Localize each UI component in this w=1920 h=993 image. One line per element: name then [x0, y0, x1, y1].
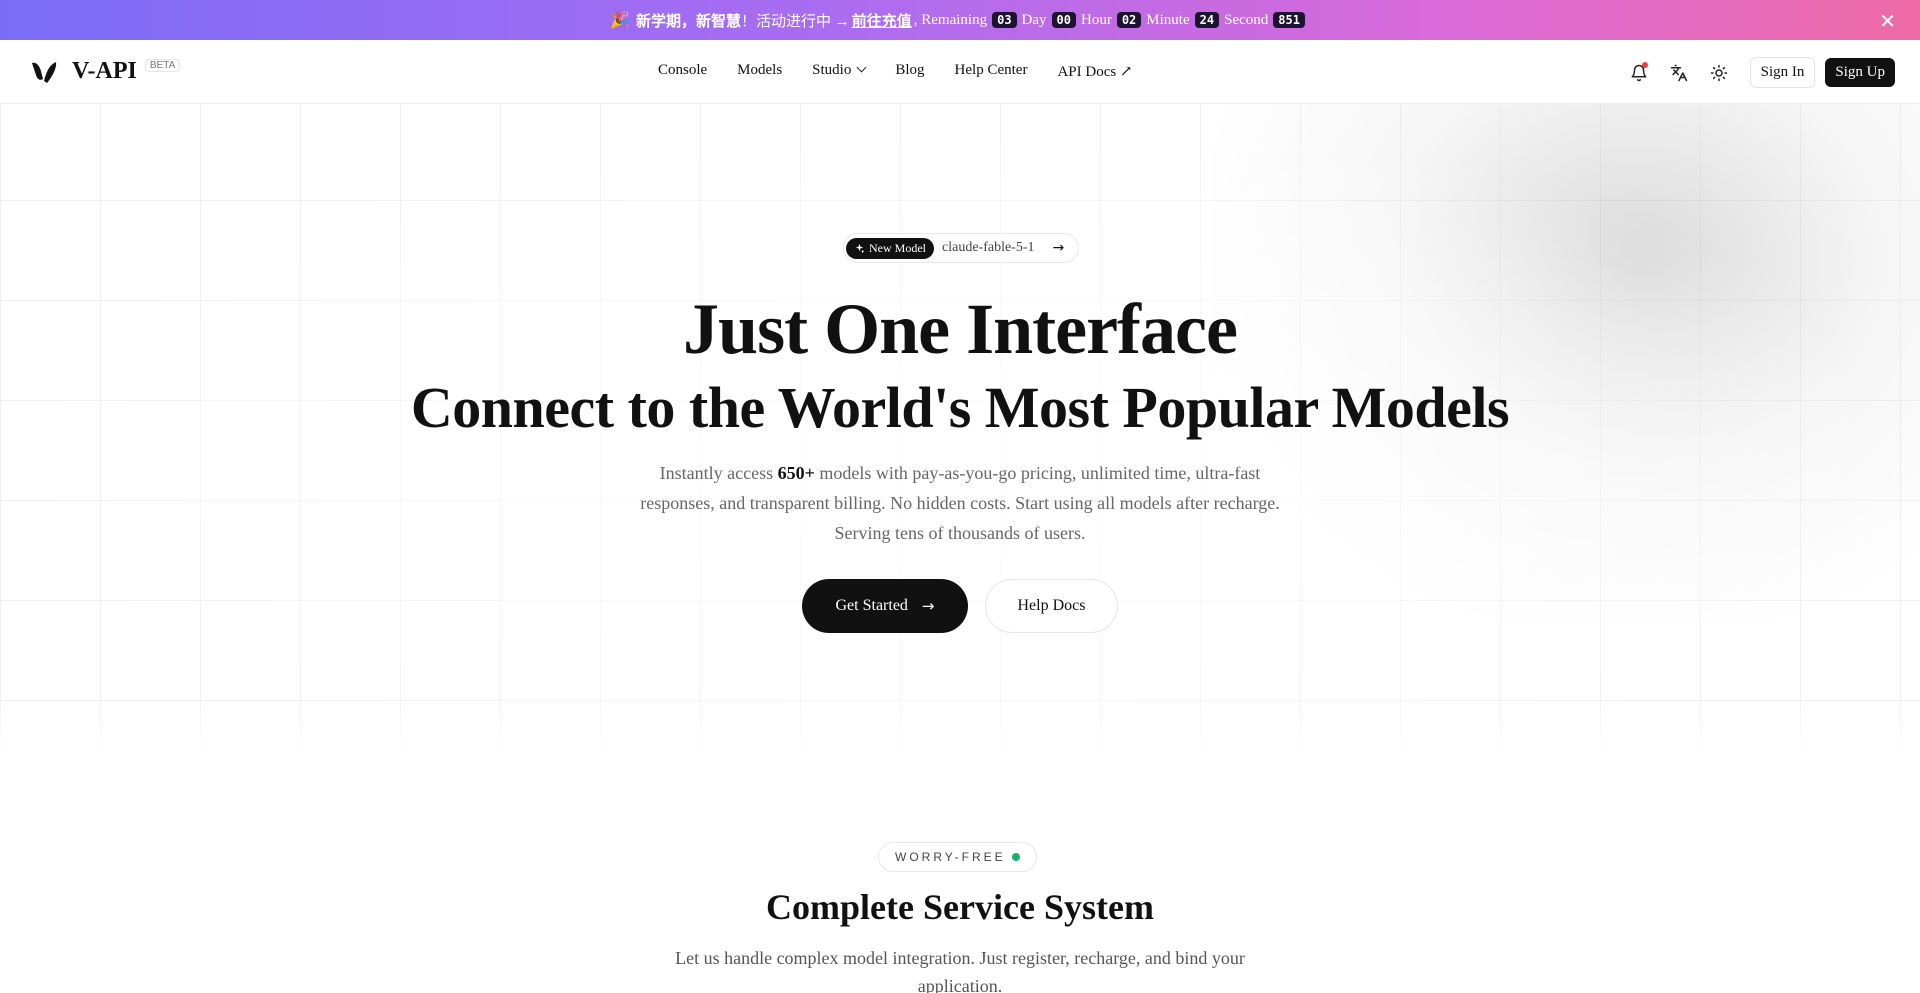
new-model-name: claude-fable-5-1	[942, 240, 1035, 255]
brand-name: V-API	[72, 58, 137, 84]
hour-label: Hour	[1081, 11, 1112, 28]
second-label: Second	[1224, 11, 1269, 28]
notifications-button[interactable]	[1624, 58, 1654, 88]
countdown-seconds: 24	[1194, 12, 1220, 28]
beta-badge: BETA	[144, 59, 181, 72]
nav-api-docs[interactable]: API Docs ↗	[1057, 62, 1132, 81]
sign-in-button[interactable]: Sign In	[1749, 57, 1816, 88]
arrow-right-icon: →	[921, 597, 935, 615]
remaining-label: , Remaining	[913, 11, 988, 28]
promo-title: 新学期，新智慧	[635, 13, 741, 30]
get-started-button[interactable]: Get Started →	[802, 579, 968, 633]
nav-blog[interactable]: Blog	[895, 62, 924, 81]
get-started-label: Get Started	[835, 597, 908, 614]
desc-pre: Instantly access	[659, 463, 778, 483]
worry-free-badge: WORRY-FREE	[878, 842, 1037, 872]
top-nav: V-API BETA Console Models Studio Blog He…	[0, 40, 1920, 104]
countdown-ms: 851	[1273, 12, 1305, 28]
status-dot	[1011, 853, 1020, 861]
main-menu: Console Models Studio Blog Help Center A…	[658, 62, 1163, 81]
help-docs-button[interactable]: Help Docs	[985, 579, 1118, 633]
countdown-days: 03	[992, 12, 1017, 28]
sign-up-button[interactable]: Sign Up	[1825, 58, 1895, 87]
nav-console[interactable]: Console	[658, 62, 707, 81]
day-label: Day	[1021, 11, 1047, 28]
hero-description: Instantly access 650+ models with pay-as…	[630, 458, 1290, 548]
countdown-hours: 00	[1051, 12, 1076, 28]
section-title: Complete Service System	[766, 887, 1154, 927]
brand-logo[interactable]: V-API BETA	[30, 58, 181, 85]
hero-title: Just One Interface	[683, 289, 1238, 369]
promo-text: ！活动进行中 →	[740, 13, 850, 30]
nav-actions: Sign In Sign Up	[1614, 57, 1895, 88]
party-popper-icon: 🎉	[610, 12, 630, 29]
section-description: Let us handle complex model integration.…	[675, 948, 1245, 993]
hero-subtitle: Connect to the World's Most Popular Mode…	[410, 375, 1510, 440]
theme-toggle-button[interactable]	[1704, 58, 1734, 88]
close-icon[interactable]: ✕	[1879, 9, 1896, 33]
new-model-pill[interactable]: New Model claude-fable-5-1 →	[843, 233, 1080, 263]
hero-bottom-fade	[0, 700, 1920, 760]
minute-label: Minute	[1146, 11, 1190, 28]
nav-models[interactable]: Models	[737, 62, 782, 81]
sparkle-icon	[855, 243, 865, 253]
v-logo-icon	[32, 61, 57, 83]
new-model-tag: New Model	[846, 237, 934, 259]
promo-banner: 🎉 新学期，新智慧 ！活动进行中 → 前往充值 , Remaining 03 D…	[0, 0, 1920, 40]
sun-icon	[1710, 64, 1727, 81]
nav-studio-dropdown[interactable]: Studio	[812, 62, 865, 81]
badge-label: WORRY-FREE	[895, 850, 1006, 864]
arrow-right-icon: →	[1052, 240, 1065, 256]
nav-help-center[interactable]: Help Center	[955, 62, 1028, 81]
hero-section: New Model claude-fable-5-1 → Just One In…	[0, 104, 1920, 760]
new-model-label: New Model	[869, 240, 926, 255]
notification-dot	[1641, 61, 1648, 68]
language-button[interactable]	[1664, 58, 1694, 88]
translate-icon	[1670, 64, 1687, 81]
countdown-minutes: 02	[1116, 12, 1142, 28]
model-count: 650+	[777, 463, 815, 483]
promo-recharge-link[interactable]: 前往充值	[852, 10, 912, 31]
